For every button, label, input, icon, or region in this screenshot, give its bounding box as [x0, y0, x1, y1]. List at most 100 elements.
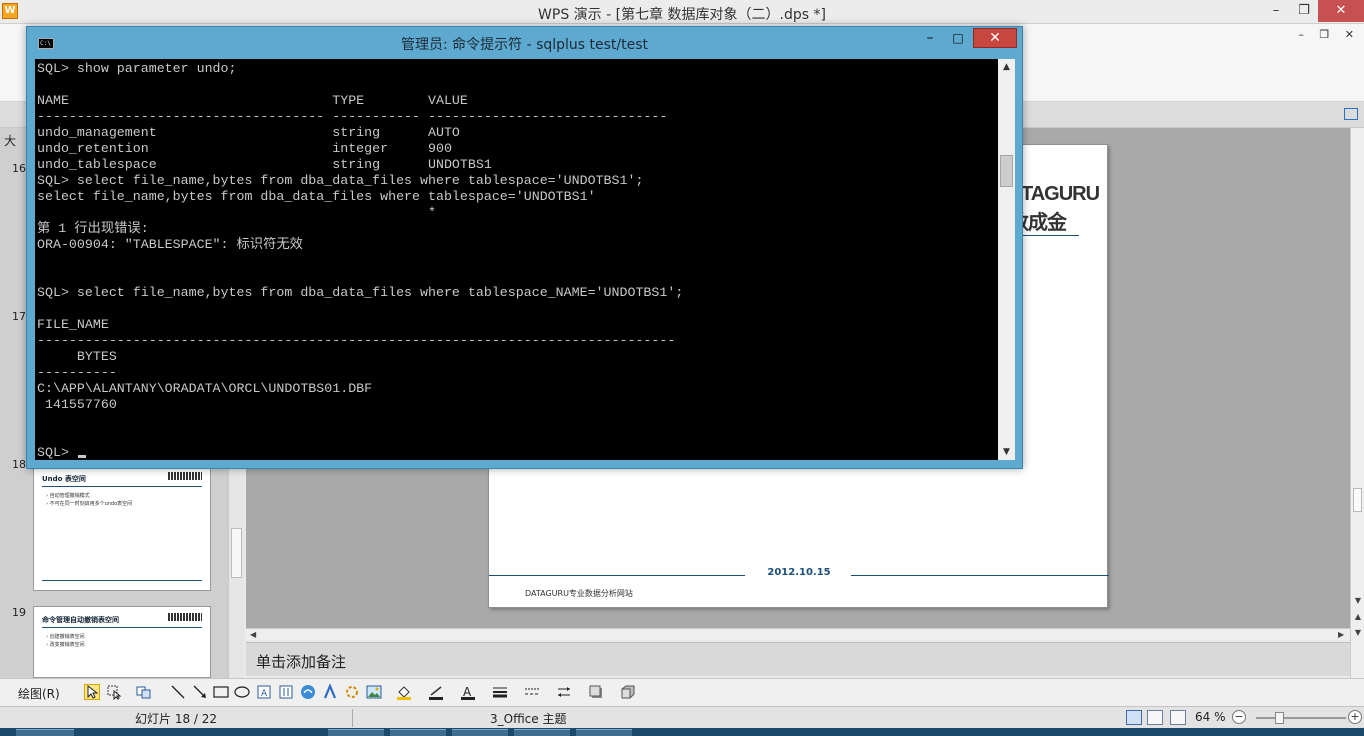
wps-close-button[interactable]: ✕	[1318, 0, 1364, 22]
thumbnail-logo-icon	[168, 613, 202, 621]
console-line: ----------------------------------------…	[37, 333, 676, 348]
cmd-titlebar[interactable]: C:\ 管理员: 命令提示符 - sqlplus test/test – □ ✕	[27, 27, 1022, 58]
text-cursor	[77, 455, 86, 458]
console-line: ------------------------------------ ---…	[37, 109, 668, 124]
console-line: select file_name,bytes from dba_data_fil…	[37, 189, 596, 204]
drawing-toolbar: 绘图(R) A A	[0, 678, 1364, 706]
slide-date: 2012.10.15	[767, 567, 831, 578]
prev-slide-arrow-icon[interactable]: ▲	[1351, 612, 1364, 621]
notes-pane[interactable]: 单击添加备注	[246, 642, 1350, 676]
taskbar-button[interactable]	[16, 729, 74, 736]
taskbar-button[interactable]	[390, 729, 446, 736]
command-prompt-window[interactable]: C:\ 管理员: 命令提示符 - sqlplus test/test – □ ✕…	[26, 26, 1023, 469]
scroll-down-arrow-icon[interactable]: ▼	[1351, 596, 1364, 605]
scroll-right-arrow-icon[interactable]: ▶	[1338, 629, 1344, 640]
slide-pane-tab[interactable]: 大	[4, 132, 16, 149]
zoom-slider-handle[interactable]	[1275, 712, 1284, 724]
console-line: C:\APP\ALANTANY\ORADATA\ORCL\UNDOTBS01.D…	[37, 381, 373, 396]
slide-thumbnail[interactable]: 命令管理自动撤销表空间 › 创建撤销表空间 › 改变撤销表空间	[33, 606, 211, 678]
thumbnail-title: 命令管理自动撤销表空间	[42, 616, 119, 624]
thumbnail-title: Undo 表空间	[42, 475, 86, 483]
zoom-in-button[interactable]: +	[1348, 710, 1362, 724]
textbox-icon[interactable]: A	[256, 684, 272, 700]
document-window-controls[interactable]: – ❐ ✕	[1298, 28, 1360, 41]
notes-placeholder: 单击添加备注	[256, 653, 347, 671]
cmd-maximize-button[interactable]: □	[945, 29, 971, 49]
scroll-thumb[interactable]	[231, 528, 242, 578]
console-line: SQL> show parameter undo;	[37, 61, 237, 76]
console-line: SQL>	[37, 445, 683, 460]
taskbar-button[interactable]	[576, 729, 632, 736]
vertical-textbox-icon[interactable]	[278, 684, 294, 700]
console-line: ORA-00904: "TABLESPACE": 标识符无效	[37, 237, 303, 252]
taskbar-button[interactable]	[514, 729, 570, 736]
svg-text:A: A	[463, 685, 472, 699]
status-bar: 幻灯片 18 / 22 3_Office 主题 64 % − +	[0, 706, 1364, 728]
console-output[interactable]: SQL> show parameter undo; NAME TYPE VALU…	[35, 59, 998, 460]
line-icon[interactable]	[170, 684, 186, 700]
windows-taskbar	[0, 728, 1364, 736]
shapes-icon[interactable]	[136, 684, 152, 700]
slide-sorter-view-icon[interactable]	[1147, 710, 1163, 725]
select-objects-icon[interactable]	[106, 684, 122, 701]
scroll-thumb[interactable]	[1000, 155, 1013, 187]
wordart-icon[interactable]	[300, 684, 316, 700]
scroll-left-arrow-icon[interactable]: ◀	[250, 629, 256, 640]
scroll-up-arrow-icon[interactable]: ▲	[998, 59, 1015, 75]
shadow-style-icon[interactable]	[588, 684, 604, 700]
zoom-level[interactable]: 64 %	[1195, 710, 1226, 724]
canvas-vertical-scrollbar[interactable]: ▼ ▲ ▼	[1350, 128, 1364, 678]
zoom-out-button[interactable]: −	[1232, 710, 1246, 724]
console-line: undo_management string AUTO	[37, 125, 460, 140]
wordart-a-icon[interactable]	[322, 683, 338, 700]
font-color-icon[interactable]: A	[460, 684, 476, 700]
pane-toggle-icon[interactable]	[1344, 108, 1358, 120]
draw-menu-button[interactable]: 绘图(R)	[18, 685, 60, 702]
wps-window-controls: – ❐ ✕	[1262, 0, 1364, 22]
scroll-down-arrow-icon[interactable]: ▼	[998, 444, 1015, 460]
slideshow-view-icon[interactable]	[1170, 710, 1186, 725]
taskbar-button[interactable]	[452, 729, 508, 736]
console-line: SQL> select file_name,bytes from dba_dat…	[37, 173, 644, 188]
slide-thumbnail[interactable]: Undo 表空间 › 自动管理撤销模式 › 不可在同一时刻启用多个undo表空间	[33, 465, 211, 591]
zoom-slider-track[interactable]	[1256, 717, 1346, 719]
canvas-horizontal-scrollbar[interactable]: ◀ ▶	[246, 628, 1350, 640]
wps-restore-button[interactable]: ❐	[1290, 0, 1318, 22]
normal-view-icon[interactable]	[1126, 710, 1142, 725]
select-pointer-icon[interactable]	[84, 684, 100, 700]
cmd-close-button[interactable]: ✕	[973, 28, 1017, 48]
diagram-icon[interactable]	[344, 684, 360, 700]
console-line: undo_tablespace string UNDOTBS1	[37, 157, 492, 172]
console-line: 141557760	[37, 397, 117, 412]
console-line: undo_retention integer 900	[37, 141, 452, 156]
ellipse-icon[interactable]	[234, 684, 250, 700]
console-line: FILE_NAME	[37, 317, 109, 332]
3d-style-icon[interactable]	[620, 684, 636, 700]
arrow-icon[interactable]	[192, 684, 208, 700]
arrow-style-icon[interactable]	[556, 684, 572, 700]
dash-style-icon[interactable]	[524, 684, 540, 700]
cmd-minimize-button[interactable]: –	[917, 29, 943, 49]
theme-name[interactable]: 3_Office 主题	[490, 710, 566, 727]
wps-minimize-button[interactable]: –	[1262, 0, 1290, 22]
taskbar-button[interactable]	[328, 729, 384, 736]
line-color-icon[interactable]	[428, 684, 444, 700]
footer-rule-right	[851, 575, 1109, 576]
line-style-icon[interactable]	[492, 684, 508, 700]
rectangle-icon[interactable]	[213, 684, 229, 700]
thumbnail-bullet: › 不可在同一时刻启用多个undo表空间	[46, 501, 133, 507]
fill-color-icon[interactable]	[396, 684, 412, 700]
next-slide-arrow-icon[interactable]: ▼	[1351, 628, 1364, 637]
thumbnail-rule	[42, 580, 202, 581]
console-line: *	[37, 205, 436, 220]
console-line: NAME TYPE VALUE	[37, 93, 468, 108]
picture-icon[interactable]	[366, 684, 382, 700]
scroll-thumb[interactable]	[1353, 488, 1362, 512]
cmd-vertical-scrollbar[interactable]: ▲ ▼	[998, 59, 1015, 460]
